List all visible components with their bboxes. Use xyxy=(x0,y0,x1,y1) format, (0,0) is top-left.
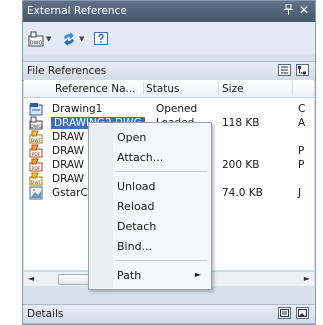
details-view-icon[interactable] xyxy=(278,307,291,319)
file-references-label: File References xyxy=(27,65,107,77)
dwg-file-icon xyxy=(29,102,43,116)
submenu-arrow-icon: ► xyxy=(194,270,201,279)
details-header[interactable]: Details xyxy=(23,304,315,324)
table-row[interactable]: Drawing1 Opened C xyxy=(24,102,314,116)
reference-type: C xyxy=(298,103,306,115)
scroll-left-icon[interactable]: ◄ xyxy=(24,272,38,286)
menu-item-label: Reload xyxy=(117,200,155,213)
menu-item-label: Detach xyxy=(117,220,157,233)
column-header-size[interactable]: Size xyxy=(222,83,244,95)
dwg-xref-icon: DWG xyxy=(29,116,43,130)
refresh-button[interactable]: ▼ xyxy=(61,30,84,48)
menu-item-reload[interactable]: Reload xyxy=(89,196,211,216)
preview-view-icon[interactable] xyxy=(296,307,309,319)
svg-text:DWG: DWG xyxy=(30,41,43,47)
reference-type: P xyxy=(298,159,305,171)
scroll-right-icon[interactable]: ► xyxy=(300,272,314,286)
attach-dwg-icon: DWG xyxy=(28,31,44,47)
image-icon xyxy=(29,186,43,200)
menu-divider xyxy=(115,171,207,172)
details-label: Details xyxy=(27,308,64,320)
chevron-down-icon[interactable]: ▼ xyxy=(46,35,51,43)
menu-item-detach[interactable]: Detach xyxy=(89,216,211,236)
menu-item-label: Open xyxy=(117,131,147,144)
column-header-status[interactable]: Status xyxy=(146,83,179,95)
pdf-icon: PDF xyxy=(29,158,43,172)
menu-item-attach[interactable]: Attach... xyxy=(89,147,211,167)
menu-item-open[interactable]: Open xyxy=(89,127,211,147)
reference-status: Opened xyxy=(156,103,198,115)
menu-item-label: Bind... xyxy=(117,240,153,253)
menu-item-unload[interactable]: Unload xyxy=(89,176,211,196)
palette-titlebar[interactable]: External Reference ✕ xyxy=(23,1,315,22)
menu-item-label: Path xyxy=(117,269,142,282)
help-icon xyxy=(94,32,108,45)
menu-item-path[interactable]: Path ► xyxy=(89,265,211,285)
refresh-icon xyxy=(64,32,74,46)
list-view-icon[interactable] xyxy=(278,64,291,76)
reference-name: DRAW xyxy=(52,145,84,157)
file-references-header[interactable]: File References xyxy=(23,61,315,81)
pin-icon[interactable] xyxy=(284,3,293,18)
dwf-icon: DWF xyxy=(29,172,43,186)
close-icon[interactable]: ✕ xyxy=(299,3,309,17)
xref-toolbar: DWG ▼ ▼ xyxy=(23,22,315,54)
menu-divider xyxy=(115,260,207,261)
reference-name: DRAW xyxy=(52,159,84,171)
menu-item-label: Attach... xyxy=(117,151,164,164)
context-menu: Open Attach... Unload Reload Detach Bind… xyxy=(88,122,212,290)
reference-name: DRAW xyxy=(52,173,84,185)
menu-item-bind[interactable]: Bind... xyxy=(89,236,211,256)
reference-size: 200 KB xyxy=(222,159,260,171)
reference-name: Drawing1 xyxy=(52,103,103,115)
reference-size: 74.0 KB xyxy=(222,187,263,199)
column-header-name[interactable]: Reference Na... xyxy=(55,83,136,95)
reference-type: J xyxy=(298,187,302,199)
pdf-icon: PDF xyxy=(29,144,43,158)
reference-name: DRAW xyxy=(52,131,84,143)
column-header-row: Reference Na... Status Size xyxy=(24,80,314,98)
reference-type: P xyxy=(298,145,305,157)
tree-view-icon[interactable] xyxy=(296,64,309,76)
reference-name: GstarC xyxy=(52,187,88,199)
menu-item-label: Unload xyxy=(117,180,156,193)
palette-title: External Reference xyxy=(27,5,127,17)
help-button[interactable] xyxy=(93,30,109,48)
reference-size: 118 KB xyxy=(222,117,260,129)
attach-dwg-button[interactable]: DWG ▼ xyxy=(28,30,51,48)
dwf-icon: DWF xyxy=(29,130,43,144)
reference-type: A xyxy=(298,117,306,129)
chevron-down-icon[interactable]: ▼ xyxy=(79,35,84,43)
